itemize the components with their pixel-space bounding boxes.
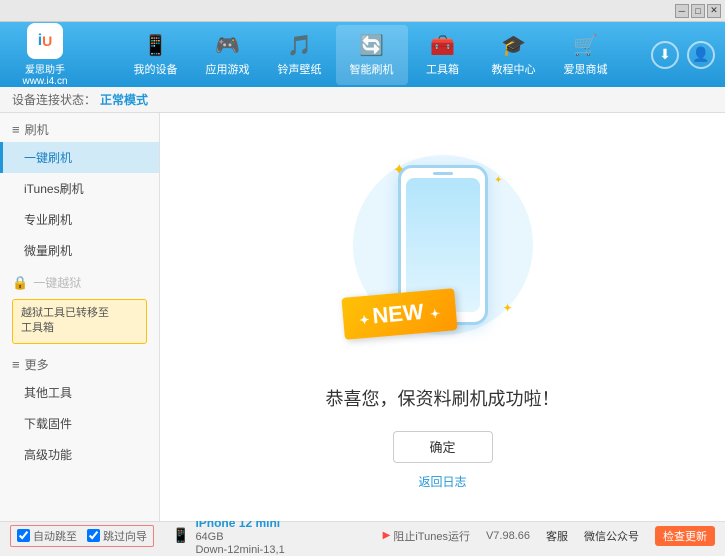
- sidebar-jailbreak-header: 🔒 一键越狱: [0, 266, 159, 295]
- jailbreak-lock-icon: 🔒: [12, 275, 28, 291]
- main-container: ≡ 刷机 一键刷机 iTunes刷机 专业刷机 微量刷机 🔒 一键越狱 越狱工具…: [0, 113, 725, 521]
- minimize-button[interactable]: ─: [675, 4, 689, 18]
- sidebar-item-advanced-features[interactable]: 高级功能: [0, 439, 159, 470]
- nav-tutorial[interactable]: 🎓 教程中心: [478, 25, 550, 85]
- wechat-public-link[interactable]: 微信公众号: [584, 528, 639, 544]
- restore-button[interactable]: □: [691, 4, 705, 18]
- sidebar-more-header: ≡ 更多: [0, 348, 159, 377]
- device-info: 📱 iPhone 12 mini 64GB Down-12mini-13,1: [172, 516, 285, 556]
- hero-title: 恭喜您，保资料刷机成功啦！: [326, 385, 560, 411]
- itunes-status: ▶ 阻止iTunes运行: [383, 528, 470, 544]
- more-section-label: 更多: [25, 356, 49, 373]
- sidebar-item-micro-flash[interactable]: 微量刷机: [0, 235, 159, 266]
- status-label: 设备连接状态：: [12, 91, 96, 108]
- nav-smart-flash[interactable]: 🔄 智能刷机: [336, 25, 408, 85]
- sidebar: ≡ 刷机 一键刷机 iTunes刷机 专业刷机 微量刷机 🔒 一键越狱 越狱工具…: [0, 113, 160, 521]
- nav-items: 📱 我的设备 🎮 应用游戏 🎵 铃声壁纸 🔄 智能刷机 🧰 工具箱 🎓 教程中心…: [90, 25, 651, 85]
- smart-flash-icon: 🔄: [359, 33, 384, 58]
- nav-toolbox[interactable]: 🧰 工具箱: [408, 25, 478, 85]
- my-device-label: 我的设备: [134, 61, 178, 77]
- nav-bar: iU 爱思助手 www.i4.cn 📱 我的设备 🎮 应用游戏 🎵 铃声壁纸 🔄…: [0, 22, 725, 87]
- apps-games-icon: 🎮: [215, 33, 240, 58]
- star-decoration-3: ✦: [502, 301, 512, 315]
- nav-ringtone-wallpaper[interactable]: 🎵 铃声壁纸: [264, 25, 336, 85]
- sidebar-item-one-key-flash[interactable]: 一键刷机: [0, 142, 159, 173]
- sidebar-flash-header: ≡ 刷机: [0, 113, 159, 142]
- device-storage: 64GB: [195, 531, 284, 543]
- auto-jump-checkbox[interactable]: 自动跳至: [17, 528, 77, 544]
- nav-mall[interactable]: 🛒 爱思商城: [550, 25, 622, 85]
- skip-wizard-input[interactable]: [87, 529, 100, 542]
- device-details-section: iPhone 12 mini 64GB Down-12mini-13,1: [195, 516, 284, 556]
- close-button[interactable]: ✕: [707, 4, 721, 18]
- content-area: ✦ ✦ ✦ NEW 恭喜您，保资料刷机成功啦！ 确定 返回日志: [160, 113, 725, 521]
- toolbox-label: 工具箱: [426, 61, 459, 77]
- sidebar-item-itunes-flash[interactable]: iTunes刷机: [0, 173, 159, 204]
- sidebar-item-other-tools[interactable]: 其他工具: [0, 377, 159, 408]
- user-button[interactable]: 👤: [687, 41, 715, 69]
- app-logo: iU 爱思助手 www.i4.cn: [10, 23, 80, 87]
- bottom-right: ▶ 阻止iTunes运行 V7.98.66 客服 微信公众号 检查更新: [383, 526, 715, 546]
- star-decoration-2: ✦: [494, 175, 502, 186]
- flash-section-icon: ≡: [12, 122, 20, 137]
- status-value: 正常模式: [100, 91, 148, 108]
- more-section-icon: ≡: [12, 357, 20, 372]
- jailbreak-note: 越狱工具已转移至工具箱: [12, 299, 147, 344]
- confirm-button[interactable]: 确定: [393, 431, 493, 463]
- bottom-bar: 自动跳至 跳过向导 📱 iPhone 12 mini 64GB Down-12m…: [0, 521, 725, 549]
- checkbox-group: 自动跳至 跳过向导: [10, 525, 154, 547]
- device-phone-icon: 📱: [172, 527, 189, 544]
- hero-illustration: ✦ ✦ ✦ NEW: [333, 145, 553, 365]
- logo-icon: iU: [27, 23, 63, 59]
- version-label: V7.98.66: [486, 530, 530, 542]
- apps-games-label: 应用游戏: [206, 61, 250, 77]
- nav-my-device[interactable]: 📱 我的设备: [120, 25, 192, 85]
- download-button[interactable]: ⬇: [651, 41, 679, 69]
- my-device-icon: 📱: [143, 33, 168, 58]
- tutorial-icon: 🎓: [501, 33, 526, 58]
- jailbreak-section-label: 一键越狱: [33, 274, 81, 291]
- window-controls: ─ □ ✕: [675, 4, 721, 18]
- mall-icon: 🛒: [573, 33, 598, 58]
- toolbox-icon: 🧰: [430, 33, 455, 58]
- logo-text: 爱思助手 www.i4.cn: [22, 61, 67, 87]
- phone-speaker: [433, 172, 453, 175]
- device-model: Down-12mini-13,1: [195, 544, 284, 556]
- bottom-left: 自动跳至 跳过向导 📱 iPhone 12 mini 64GB Down-12m…: [10, 516, 383, 556]
- back-home-link[interactable]: 返回日志: [418, 473, 466, 490]
- nav-right-buttons: ⬇ 👤: [651, 41, 715, 69]
- auto-jump-input[interactable]: [17, 529, 30, 542]
- sidebar-item-download-firmware[interactable]: 下载固件: [0, 408, 159, 439]
- title-bar: ─ □ ✕: [0, 0, 725, 22]
- flash-section-label: 刷机: [25, 121, 49, 138]
- sidebar-item-pro-flash[interactable]: 专业刷机: [0, 204, 159, 235]
- tutorial-label: 教程中心: [492, 61, 536, 77]
- skip-wizard-checkbox[interactable]: 跳过向导: [87, 528, 147, 544]
- customer-service-link[interactable]: 客服: [546, 528, 568, 544]
- ringtone-wallpaper-label: 铃声壁纸: [278, 61, 322, 77]
- status-bar: 设备连接状态： 正常模式: [0, 87, 725, 113]
- nav-apps-games[interactable]: 🎮 应用游戏: [192, 25, 264, 85]
- smart-flash-label: 智能刷机: [350, 61, 394, 77]
- mall-label: 爱思商城: [564, 61, 608, 77]
- ringtone-wallpaper-icon: 🎵: [287, 33, 312, 58]
- check-update-button[interactable]: 检查更新: [655, 526, 715, 546]
